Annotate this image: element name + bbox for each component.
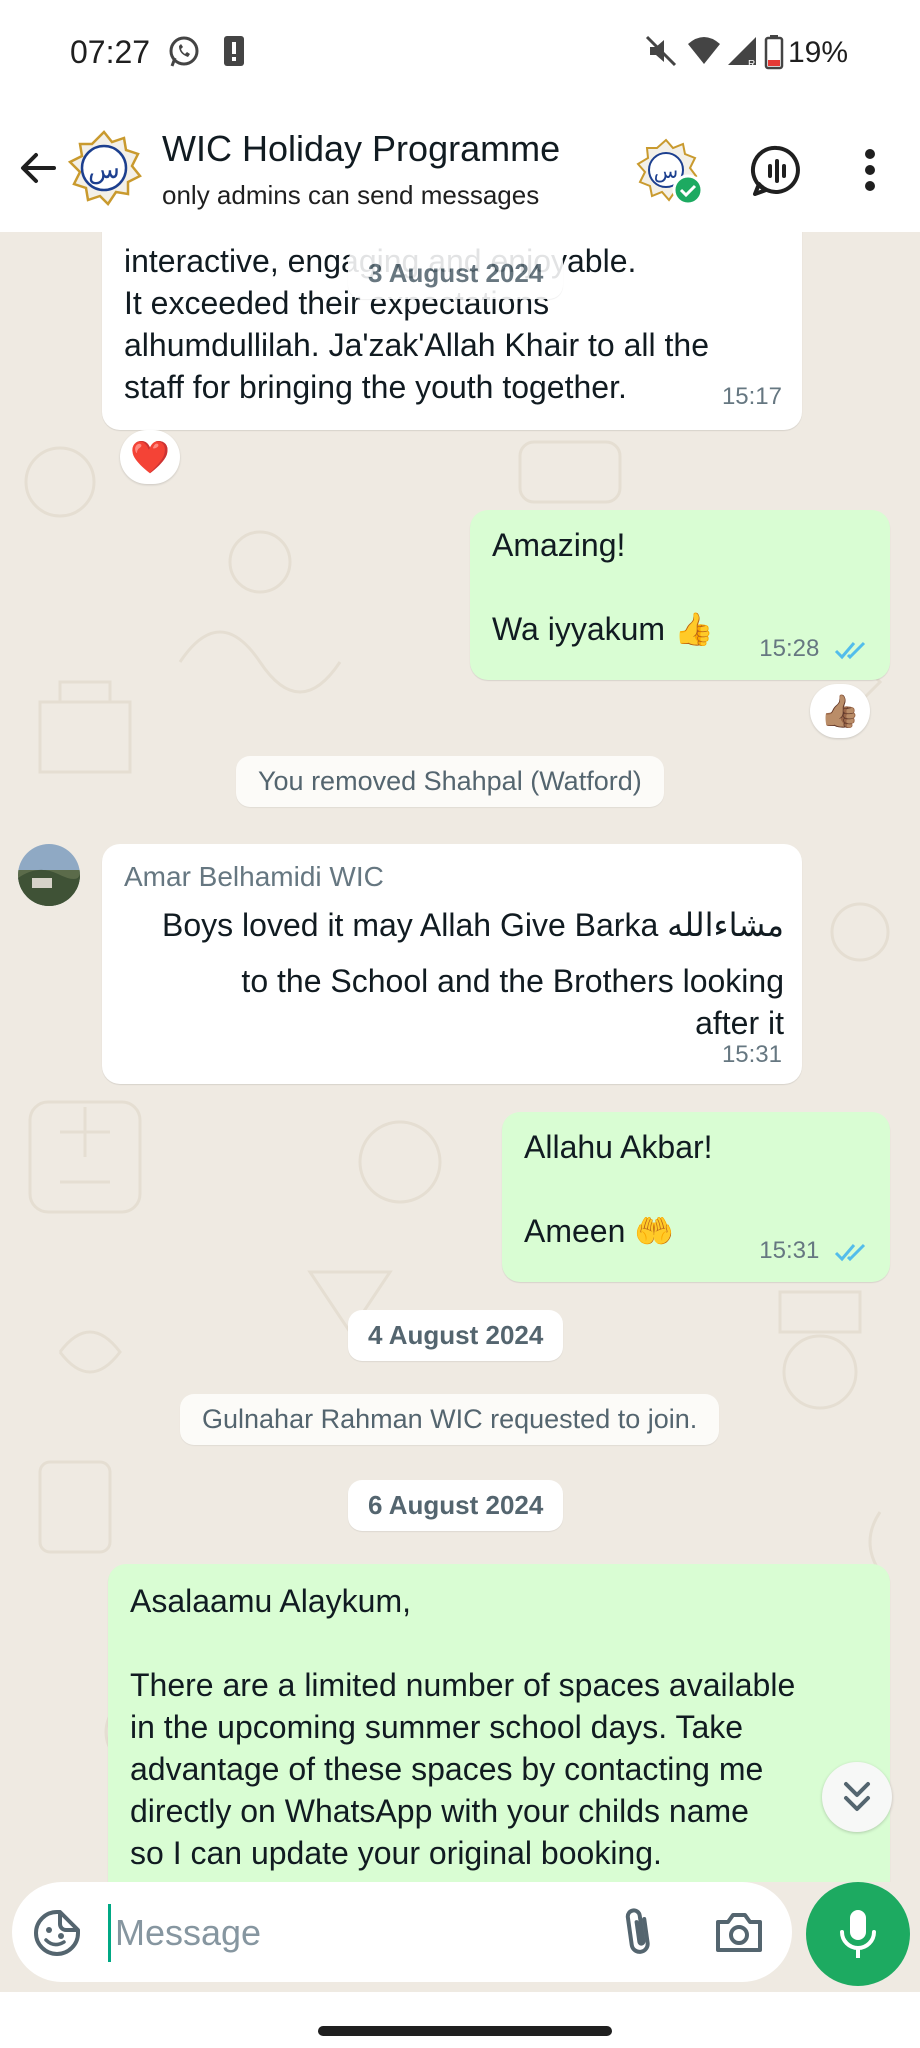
chevron-double-down-icon	[844, 1782, 870, 1811]
date-chip: 4 August 2024	[348, 1310, 564, 1361]
message-text: to the School and the Brothers looking	[241, 963, 784, 999]
chat-area[interactable]: interactive, engaging and enjoyable. It …	[0, 232, 920, 1882]
status-bar: 07:27 R 19%	[0, 0, 920, 108]
sticker-button[interactable]	[32, 1908, 82, 1958]
date-chip: 6 August 2024	[348, 1480, 564, 1531]
floating-date-chip: 3 August 2024	[348, 248, 564, 299]
whatsapp-notification-icon	[166, 34, 202, 75]
wifi-icon	[686, 34, 722, 73]
sender-avatar[interactable]	[18, 844, 80, 906]
sticker-icon	[34, 1910, 80, 1956]
message-text: alhumdullilah. Ja'zak'Allah Khair to all…	[124, 327, 709, 363]
message-text: Allahu Akbar! Ameen 🤲	[524, 1129, 713, 1249]
mute-icon	[644, 34, 678, 73]
message-text: Asalaamu Alaykum, There are a limited nu…	[130, 1583, 796, 1871]
compose-bar	[0, 1882, 920, 1992]
svg-text:س: س	[654, 159, 678, 183]
sender-name[interactable]: Amar Belhamidi WIC	[124, 860, 384, 894]
group-title[interactable]: WIC Holiday Programme	[162, 128, 560, 170]
chat-header: س WIC Holiday Programme only admins can …	[0, 108, 920, 232]
message-outgoing[interactable]: Amazing! Wa iyyakum 👍 15:28	[470, 510, 890, 680]
svg-text:R: R	[748, 59, 755, 68]
battery-percent: 19%	[787, 36, 848, 69]
message-time: 15:31	[721, 1041, 782, 1068]
community-avatar[interactable]: س	[636, 138, 704, 206]
voice-record-button[interactable]	[806, 1882, 910, 1986]
system-message: Gulnahar Rahman WIC requested to join.	[180, 1394, 720, 1445]
message-text: Amazing! Wa iyyakum 👍	[492, 527, 714, 647]
system-navigation	[0, 1992, 920, 2048]
signal-icon: R	[726, 34, 760, 73]
group-subtitle: only admins can send messages	[162, 180, 540, 210]
message-time-wrap: 15:28	[759, 628, 870, 670]
more-options-button[interactable]	[860, 146, 880, 194]
avatar-letter: س	[88, 155, 120, 185]
battery-icon	[764, 34, 784, 75]
message-text: staff for bringing the youth together.	[124, 369, 627, 405]
voice-chat-button[interactable]	[750, 144, 804, 198]
alert-notification-icon	[222, 34, 246, 75]
message-reaction[interactable]: 👍🏽	[810, 684, 870, 738]
scroll-to-bottom-button[interactable]	[822, 1762, 892, 1832]
camera-button[interactable]	[714, 1908, 764, 1956]
message-time: 15:31	[759, 1237, 820, 1264]
message-input-container	[12, 1882, 792, 1982]
message-time: 15:28	[759, 635, 820, 662]
voice-chat-icon	[751, 145, 800, 196]
back-button[interactable]	[14, 144, 62, 192]
message-incoming[interactable]: Amar Belhamidi WIC Boys loved it may All…	[102, 844, 802, 1084]
system-message: You removed Shahpal (Watford)	[236, 756, 664, 807]
status-time: 07:27	[70, 34, 151, 70]
back-arrow-icon	[21, 153, 56, 183]
read-ticks-icon	[834, 1243, 866, 1261]
message-text: after it	[695, 1005, 784, 1041]
message-reaction[interactable]: ❤️	[120, 430, 180, 484]
paperclip-icon	[625, 1908, 650, 1954]
message-input[interactable]	[108, 1904, 517, 1962]
message-outgoing[interactable]: Allahu Akbar! Ameen 🤲 15:31	[502, 1112, 890, 1282]
message-outgoing[interactable]: Asalaamu Alaykum, There are a limited nu…	[108, 1564, 890, 1882]
mic-icon	[840, 1910, 876, 1958]
message-time: 15:17	[721, 383, 782, 410]
more-vert-icon	[865, 149, 875, 191]
group-avatar[interactable]: س	[66, 130, 142, 206]
home-indicator[interactable]	[318, 2026, 612, 2036]
camera-icon	[716, 1913, 762, 1952]
read-ticks-icon	[834, 641, 866, 659]
message-time-wrap: 15:31	[759, 1230, 870, 1272]
attach-button[interactable]	[616, 1906, 660, 1958]
message-text: Boys loved it may Allah Give Barka مشاءا…	[162, 907, 784, 943]
